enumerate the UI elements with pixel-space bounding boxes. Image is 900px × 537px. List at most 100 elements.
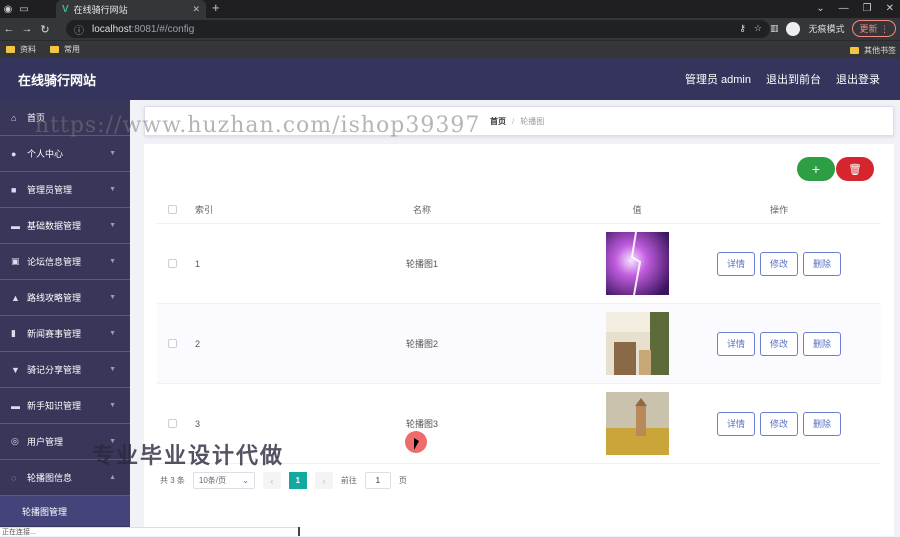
route-icon: ▲ [11, 292, 20, 303]
detail-button[interactable]: 详情 [717, 331, 755, 356]
detail-button[interactable]: 详情 [717, 251, 755, 276]
update-button[interactable]: 更新 ⋮ [852, 20, 896, 37]
batch-delete-button[interactable]: 🗑 [836, 157, 874, 181]
bookmark-label: 资料 [20, 45, 36, 54]
page-size-select[interactable]: 10条/页 ⌄ [192, 472, 255, 489]
sidebar-item-news[interactable]: ▮ 新闻赛事管理 ▼ [0, 316, 130, 352]
watermark-text: https://www.huzhan.com/ishop39397 [35, 113, 481, 138]
bookmark-folder[interactable]: 常用 [50, 44, 80, 55]
detail-button[interactable]: 详情 [717, 411, 755, 436]
chevron-down-icon: ▼ [109, 222, 116, 229]
status-bar-edge [298, 527, 300, 536]
sidebar-item-label: 管理员管理 [27, 185, 73, 195]
row-checkbox[interactable] [167, 259, 177, 268]
row-checkbox[interactable] [167, 339, 177, 348]
table-row: 1 轮播图1 详情 修改 删除 [157, 224, 881, 304]
row-checkbox[interactable] [167, 419, 177, 428]
news-icon: ▮ [11, 328, 16, 338]
incognito-avatar-icon[interactable] [786, 21, 801, 36]
edit-button[interactable]: 修改 [760, 331, 798, 356]
share-icon: ▼ [11, 364, 20, 375]
bookmark-star-icon[interactable]: ☆ [754, 23, 762, 34]
add-button[interactable]: + [797, 157, 835, 181]
select-all-checkbox[interactable] [167, 205, 177, 214]
bookmark-folder[interactable]: 资料 [6, 44, 36, 55]
delete-button[interactable]: 删除 [803, 331, 841, 356]
sidebar-item-route-guide[interactable]: ▲ 路线攻略管理 ▼ [0, 280, 130, 316]
breadcrumb-home[interactable]: 首页 [490, 116, 506, 127]
other-bookmarks[interactable]: 其他书签 [850, 41, 896, 59]
browser-address-bar: ← → ↻ ⓘ localhost:8081/#/config ⚷ ☆ ▥ 无痕… [0, 18, 900, 40]
sidebar-item-ride-share[interactable]: ▼ 骑记分享管理 ▼ [0, 352, 130, 388]
sidebar-item-label: 新手知识管理 [27, 401, 82, 411]
delete-button[interactable]: 删除 [803, 251, 841, 276]
edit-button[interactable]: 修改 [760, 251, 798, 276]
row-name: 轮播图2 [405, 339, 438, 349]
page-number-button[interactable]: 1 [288, 472, 307, 489]
browser-tab-bar: ◉ ▭ V 在线骑行网站 ✕ + ⌄ — ❐ ✕ [0, 0, 900, 18]
sidebar-subitem-carousel-management[interactable]: 轮播图管理 [0, 496, 130, 526]
back-icon[interactable]: ← [0, 23, 18, 35]
profile-label[interactable]: 无痕模式 [808, 22, 844, 35]
reload-icon[interactable]: ↻ [36, 23, 54, 36]
header-actions: 管理员 admin 退出到前台 退出登录 [685, 71, 880, 87]
delete-button[interactable]: 删除 [803, 411, 841, 436]
minimize-icon[interactable]: — [839, 0, 849, 18]
chevron-down-icon: ⌄ [242, 476, 249, 485]
carousel-image-field-house[interactable] [605, 392, 669, 455]
header-value: 值 [632, 205, 642, 215]
admin-icon: ■ [11, 184, 17, 195]
goto-label: 前往 [340, 476, 357, 485]
row-index: 2 [195, 338, 201, 349]
browser-tab[interactable]: V 在线骑行网站 ✕ [56, 0, 206, 18]
carousel-image-room[interactable] [605, 312, 669, 375]
promo-text: 专业毕业设计代做 [92, 443, 285, 468]
header-name: 名称 [412, 205, 431, 215]
next-page-button[interactable]: › [314, 472, 333, 489]
sidebar-item-label: 轮播图信息 [27, 473, 73, 483]
key-icon[interactable]: ⚷ [739, 23, 746, 34]
sidebar-item-personal-center[interactable]: ● 个人中心 ▼ [0, 136, 130, 172]
browser-tab-title: 在线骑行网站 [73, 4, 128, 15]
edit-button[interactable]: 修改 [760, 411, 798, 436]
sidepanel-icon[interactable]: ▥ [770, 23, 779, 34]
chevron-down-icon[interactable]: ⌄ [816, 0, 824, 18]
url-field[interactable]: ⓘ localhost:8081/#/config [66, 20, 770, 38]
chevron-down-icon: ▼ [109, 366, 116, 373]
info-icon[interactable]: ⓘ [74, 22, 84, 37]
table-row: 2 轮播图2 详情 修改 删除 [157, 304, 881, 384]
user-icon: ● [11, 148, 17, 159]
address-bar-actions: ⚷ ☆ ▥ 无痕模式 更新 ⋮ [739, 20, 896, 37]
sidebar-item-basic-data[interactable]: ▬ 基础数据管理 ▼ [0, 208, 130, 244]
restore-icon[interactable]: ❐ [863, 0, 872, 18]
bookmark-label: 常用 [64, 45, 80, 54]
folder-icon [850, 46, 859, 54]
close-tab-icon[interactable]: ✕ [192, 4, 200, 15]
back-to-front-link[interactable]: 退出到前台 [766, 71, 821, 87]
plus-icon: + [811, 161, 821, 177]
tab-search-icon[interactable]: ▭ [16, 0, 32, 18]
row-name: 轮播图1 [405, 259, 438, 269]
prev-page-button[interactable]: ‹ [262, 472, 281, 489]
close-window-icon[interactable]: ✕ [886, 0, 894, 18]
home-icon: ⌂ [11, 112, 17, 123]
browser-menu-icon[interactable]: ◉ [0, 0, 16, 18]
row-name: 轮播图3 [405, 419, 438, 429]
carousel-image-purple-light[interactable] [605, 232, 669, 295]
sidebar-item-admin-management[interactable]: ■ 管理员管理 ▼ [0, 172, 130, 208]
main-area: 首页 / 轮播图 + 🗑 索引 名称 值 操作 1 轮播图1 详情 修改 删除 … [130, 100, 900, 536]
pagination: 共 3 条 10条/页 ⌄ ‹ 1 › 前往 1 页 [160, 472, 407, 489]
breadcrumb-current: 轮播图 [520, 116, 545, 126]
goto-page-input[interactable]: 1 [364, 472, 391, 489]
new-tab-icon[interactable]: + [212, 0, 220, 16]
forward-icon[interactable]: → [18, 23, 36, 35]
sidebar-item-beginner[interactable]: ▬ 新手知识管理 ▼ [0, 388, 130, 424]
sidebar-item-label: 路线攻略管理 [27, 293, 82, 303]
site-title: 在线骑行网站 [18, 72, 97, 88]
sidebar-item-forum[interactable]: ▣ 论坛信息管理 ▼ [0, 244, 130, 280]
row-index: 1 [195, 258, 201, 269]
trash-icon: 🗑 [848, 163, 862, 176]
sidebar-item-label: 用户管理 [27, 437, 64, 447]
sidebar-item-label: 个人中心 [27, 149, 64, 159]
logout-link[interactable]: 退出登录 [836, 71, 880, 87]
